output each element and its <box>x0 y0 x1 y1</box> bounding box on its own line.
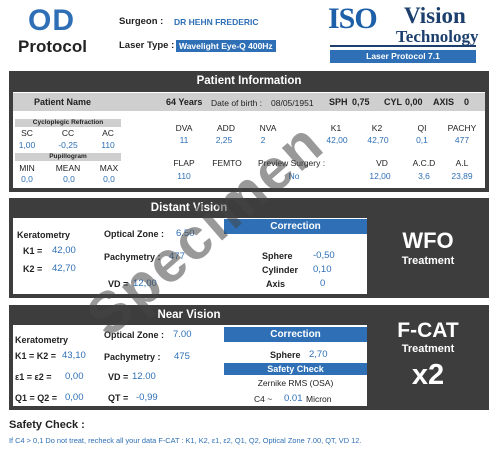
acd-label: A.C.D <box>412 158 436 168</box>
protocol-label: Protocol <box>18 37 87 56</box>
near-qt-label: QT = <box>108 393 129 403</box>
safety-check-text: If C4 > 0,1 Do not treat, recheck all yo… <box>9 436 362 445</box>
near-qt-value: -0,99 <box>136 392 158 403</box>
qi-value: 0,1 <box>416 135 428 145</box>
pupil-label: Pupillogram <box>49 153 87 160</box>
near-k-value: 43,10 <box>62 350 86 361</box>
near-vd-value: 12.00 <box>132 371 156 382</box>
cc-value: -0,25 <box>58 140 78 150</box>
min-value: 0,0 <box>21 174 33 184</box>
min-label: MIN <box>19 163 35 173</box>
near-sphere-label: Sphere <box>270 350 301 360</box>
k2-value: 42,70 <box>367 135 389 145</box>
near-safety-header: Safety Check <box>224 363 367 375</box>
dva-value: 11 <box>179 135 189 145</box>
distant-cylinder-label: Cylinder <box>262 265 299 275</box>
distant-k2-value: 42,70 <box>52 263 76 274</box>
flap-label: FLAP <box>173 158 195 168</box>
cc-label: CC <box>61 128 75 138</box>
near-treatment-label: Treatment <box>401 343 455 355</box>
max-value: 0,0 <box>103 174 115 184</box>
near-treatment-multiplier: x2 <box>411 359 445 391</box>
sc-value: 1,00 <box>18 140 36 150</box>
ac-label: AC <box>102 128 114 138</box>
logo-vision: Vision <box>404 3 466 28</box>
laser-type-value: Wavelight Eye-Q 400Hz <box>176 40 276 52</box>
cyl-label: CYL <box>384 97 402 107</box>
vd-value: 12,00 <box>369 171 391 181</box>
laser-protocol-badge: Laser Protocol 7.1 <box>330 50 476 63</box>
pachy-label: PACHY <box>447 123 477 133</box>
near-oz-value: 7.00 <box>173 329 192 340</box>
c4-value: 0.01 <box>284 393 303 404</box>
distant-sphere-label: Sphere <box>262 251 293 261</box>
distant-treatment-label: Treatment <box>401 255 455 267</box>
flap-value: 110 <box>177 171 191 181</box>
dob-value: 08/05/1951 <box>271 98 314 108</box>
distant-cylinder-value: 0,10 <box>313 264 332 275</box>
logo-technology: Technology <box>396 27 479 46</box>
near-sphere-value: 2,70 <box>309 349 328 360</box>
axis-value: 0 <box>464 97 470 107</box>
qi-label: QI <box>417 123 427 133</box>
distant-k1-value: 42,00 <box>52 245 76 256</box>
distant-treatment-name: WFO <box>402 228 454 253</box>
near-pachy-value: 475 <box>174 351 190 362</box>
dob-label: Date of birth : <box>211 98 263 108</box>
near-e-value: 0,00 <box>65 371 84 382</box>
pachy-value: 477 <box>454 135 470 145</box>
mean-label: MEAN <box>55 163 81 173</box>
dva-label: DVA <box>175 123 193 133</box>
al-label: A.L <box>455 158 469 168</box>
near-correction-header: Correction <box>224 327 367 342</box>
max-label: MAX <box>99 163 119 173</box>
sc-label: SC <box>21 128 33 138</box>
logo-iso: ISO <box>328 2 378 35</box>
k1-value: 42,00 <box>326 135 348 145</box>
distant-k1-label: K1 = <box>23 246 43 256</box>
mean-value: 0,0 <box>63 174 75 184</box>
k2-label: K2 <box>371 123 383 133</box>
near-treatment-name: F-CAT <box>397 319 459 342</box>
near-panel-title: Near Vision <box>157 309 221 321</box>
zernike-label: Zernike RMS (OSA) <box>257 378 334 388</box>
patient-age: 64 Years <box>166 97 203 107</box>
vd-label: VD <box>376 158 388 168</box>
sph-label: SPH <box>329 97 348 107</box>
cyclo-label: Cycloplegic Refraction <box>32 119 104 126</box>
distant-sphere-value: -0,50 <box>313 250 335 261</box>
patient-name-label: Patient Name <box>34 97 92 107</box>
acd-value: 3,6 <box>418 171 430 181</box>
c4-label: C4 ~ <box>254 394 273 404</box>
near-q-value: 0,00 <box>65 392 84 403</box>
axis-label: AXIS <box>433 97 455 107</box>
sph-value: 0,75 <box>352 97 370 107</box>
surgeon-value: DR HEHN FREDERIC <box>174 17 259 27</box>
distant-axis-value: 0 <box>320 278 326 289</box>
add-value: 2,25 <box>215 135 233 145</box>
near-q-label: Q1 = Q2 = <box>15 393 58 403</box>
near-kerato-label: Keratometry <box>15 335 69 345</box>
cyl-value: 0,00 <box>405 97 423 107</box>
k1-label: K1 <box>330 123 342 133</box>
distant-kerato-label: Keratometry <box>17 230 71 240</box>
logo-divider <box>330 45 476 47</box>
near-pachy-label: Pachymetry : <box>104 352 161 362</box>
safety-check-title: Safety Check : <box>9 419 85 431</box>
distant-k2-label: K2 = <box>23 264 43 274</box>
patient-panel-title: Patient Information <box>196 75 302 87</box>
ac-value: 110 <box>101 140 115 150</box>
add-label: ADD <box>217 123 235 133</box>
near-vd-label: VD = <box>108 372 129 382</box>
laser-type-label: Laser Type : <box>119 40 175 51</box>
near-e-label: ε1 = ε2 = <box>15 372 52 382</box>
c4-unit: Micron <box>306 394 332 404</box>
distant-axis-label: Axis <box>266 279 286 289</box>
eye-label: OD <box>28 4 75 37</box>
al-value: 23,89 <box>451 171 473 181</box>
near-k-label: K1 = K2 = <box>15 351 57 361</box>
surgeon-label: Surgeon : <box>119 16 164 27</box>
